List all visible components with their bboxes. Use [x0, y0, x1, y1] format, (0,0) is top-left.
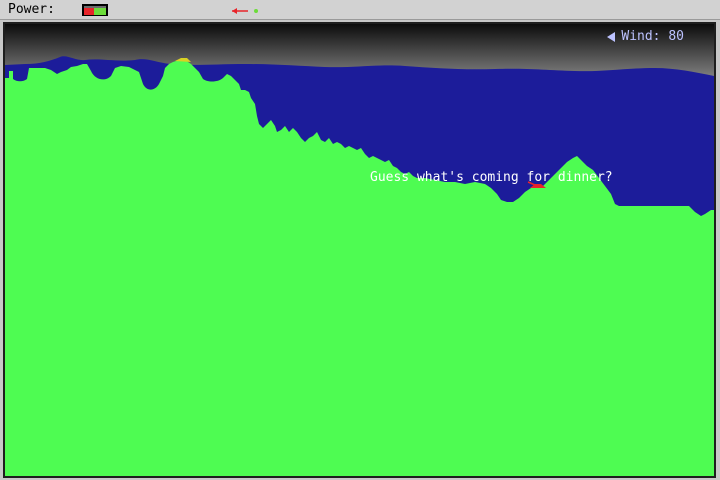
angle-arrow-icon — [232, 8, 258, 14]
taunt-message: Guess what's coming for dinner? — [370, 170, 613, 185]
power-meter — [82, 4, 108, 16]
power-label: Power: — [8, 2, 55, 17]
wind-indicator: Wind: 80 — [607, 29, 684, 44]
wind-label: Wind: 80 — [621, 29, 684, 44]
game-playfield[interactable]: Wind: 80 Guess what's coming for dinner? — [3, 22, 716, 478]
top-hud-bar: Power: — [0, 0, 720, 20]
power-meter-green-segment — [94, 8, 106, 15]
game-scene — [5, 24, 714, 476]
power-meter-red-segment — [84, 8, 94, 15]
wind-left-arrow-icon — [607, 31, 616, 42]
